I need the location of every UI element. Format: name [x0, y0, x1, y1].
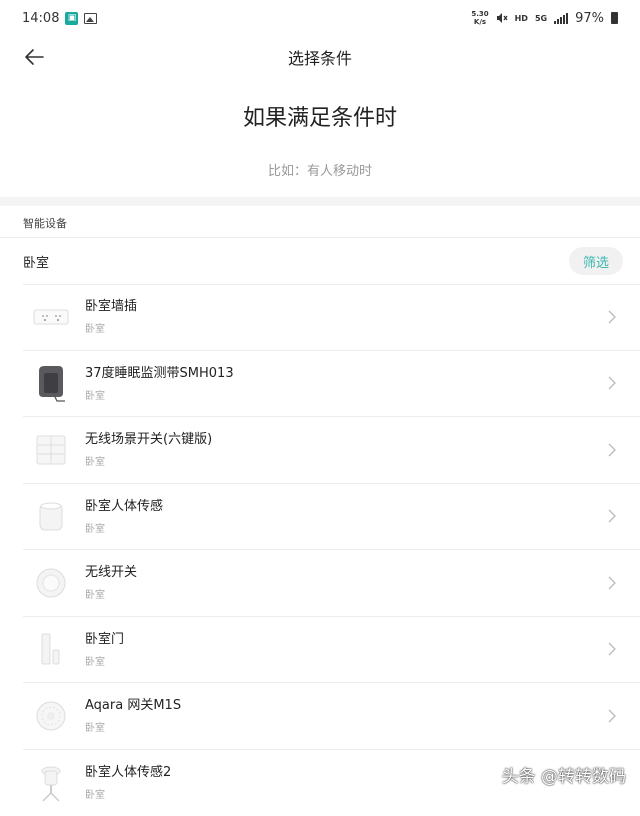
device-item-wireless-button[interactable]: 无线开关 卧室	[23, 550, 640, 617]
motion-sensor-stand-icon	[25, 757, 77, 809]
net-speed-value: 5.30	[471, 10, 488, 18]
section-divider	[0, 197, 640, 206]
device-room: 卧室	[85, 453, 212, 468]
condition-hint: 比如：有人移动时	[0, 160, 640, 179]
device-name: 无线开关	[85, 564, 137, 582]
device-room: 卧室	[85, 387, 234, 402]
device-name: 卧室门	[85, 631, 124, 649]
chevron-right-icon	[608, 576, 616, 590]
device-room: 卧室	[85, 653, 124, 668]
device-room: 卧室	[85, 719, 181, 734]
device-name: Aqara 网关M1S	[85, 697, 181, 715]
mute-icon	[496, 12, 508, 24]
network-type: 5G	[535, 14, 547, 23]
device-item-wall-socket[interactable]: 卧室墙插 卧室	[23, 284, 640, 351]
door-sensor-icon	[25, 623, 77, 675]
net-speed: 5.30 K/s	[471, 10, 488, 26]
hd-indicator: HD	[515, 14, 528, 23]
device-item-door-sensor[interactable]: 卧室门 卧室	[23, 617, 640, 684]
device-name: 37度睡眠监测带SMH013	[85, 365, 234, 383]
app-bar: 选择条件	[0, 36, 640, 78]
device-room: 卧室	[85, 320, 137, 335]
back-arrow-icon[interactable]	[22, 45, 46, 69]
image-notification-icon	[84, 13, 97, 24]
device-room: 卧室	[85, 520, 163, 535]
status-time: 14:08	[22, 11, 59, 26]
device-name: 无线场景开关(六键版)	[85, 431, 212, 449]
device-room: 卧室	[85, 786, 171, 801]
status-right: 5.30 K/s HD 5G 97%	[471, 10, 618, 26]
sleep-monitor-icon	[25, 357, 77, 409]
device-item-six-key-switch[interactable]: 无线场景开关(六键版) 卧室	[23, 417, 640, 484]
wall-socket-icon	[25, 291, 77, 343]
status-bar: 14:08 ▣ 5.30 K/s HD 5G 97%	[0, 0, 640, 36]
section-label-smart-devices: 智能设备	[23, 215, 67, 231]
condition-headline: 如果满足条件时	[0, 100, 640, 132]
filter-button[interactable]: 筛选	[569, 247, 623, 275]
device-item-sleep-monitor[interactable]: 37度睡眠监测带SMH013 卧室	[23, 351, 640, 418]
device-item-gateway[interactable]: Aqara 网关M1S 卧室	[23, 683, 640, 750]
room-filter-row: 卧室 筛选	[0, 238, 640, 284]
chevron-right-icon	[608, 709, 616, 723]
device-name: 卧室人体传感2	[85, 764, 171, 782]
gateway-icon	[25, 690, 77, 742]
six-key-switch-icon	[25, 424, 77, 476]
watermark: 头条 @转转数码	[502, 762, 626, 787]
chevron-right-icon	[608, 376, 616, 390]
room-label: 卧室	[23, 252, 49, 271]
signal-icon	[554, 13, 568, 24]
wireless-button-icon	[25, 557, 77, 609]
chevron-right-icon	[608, 509, 616, 523]
device-item-motion-sensor[interactable]: 卧室人体传感 卧室	[23, 484, 640, 551]
mi-home-notification-icon: ▣	[65, 12, 78, 25]
chevron-right-icon	[608, 310, 616, 324]
device-name: 卧室人体传感	[85, 498, 163, 516]
battery-level: 97%	[575, 11, 604, 26]
device-list: 卧室墙插 卧室 37度睡眠监测带SMH013 卧室	[0, 284, 640, 816]
chevron-right-icon	[608, 443, 616, 457]
battery-icon	[611, 12, 618, 24]
motion-sensor-icon	[25, 490, 77, 542]
page-title: 选择条件	[288, 45, 352, 69]
chevron-right-icon	[608, 642, 616, 656]
device-name: 卧室墙插	[85, 298, 137, 316]
device-room: 卧室	[85, 586, 137, 601]
net-speed-unit: K/s	[471, 18, 488, 26]
status-left: 14:08 ▣	[22, 11, 97, 26]
